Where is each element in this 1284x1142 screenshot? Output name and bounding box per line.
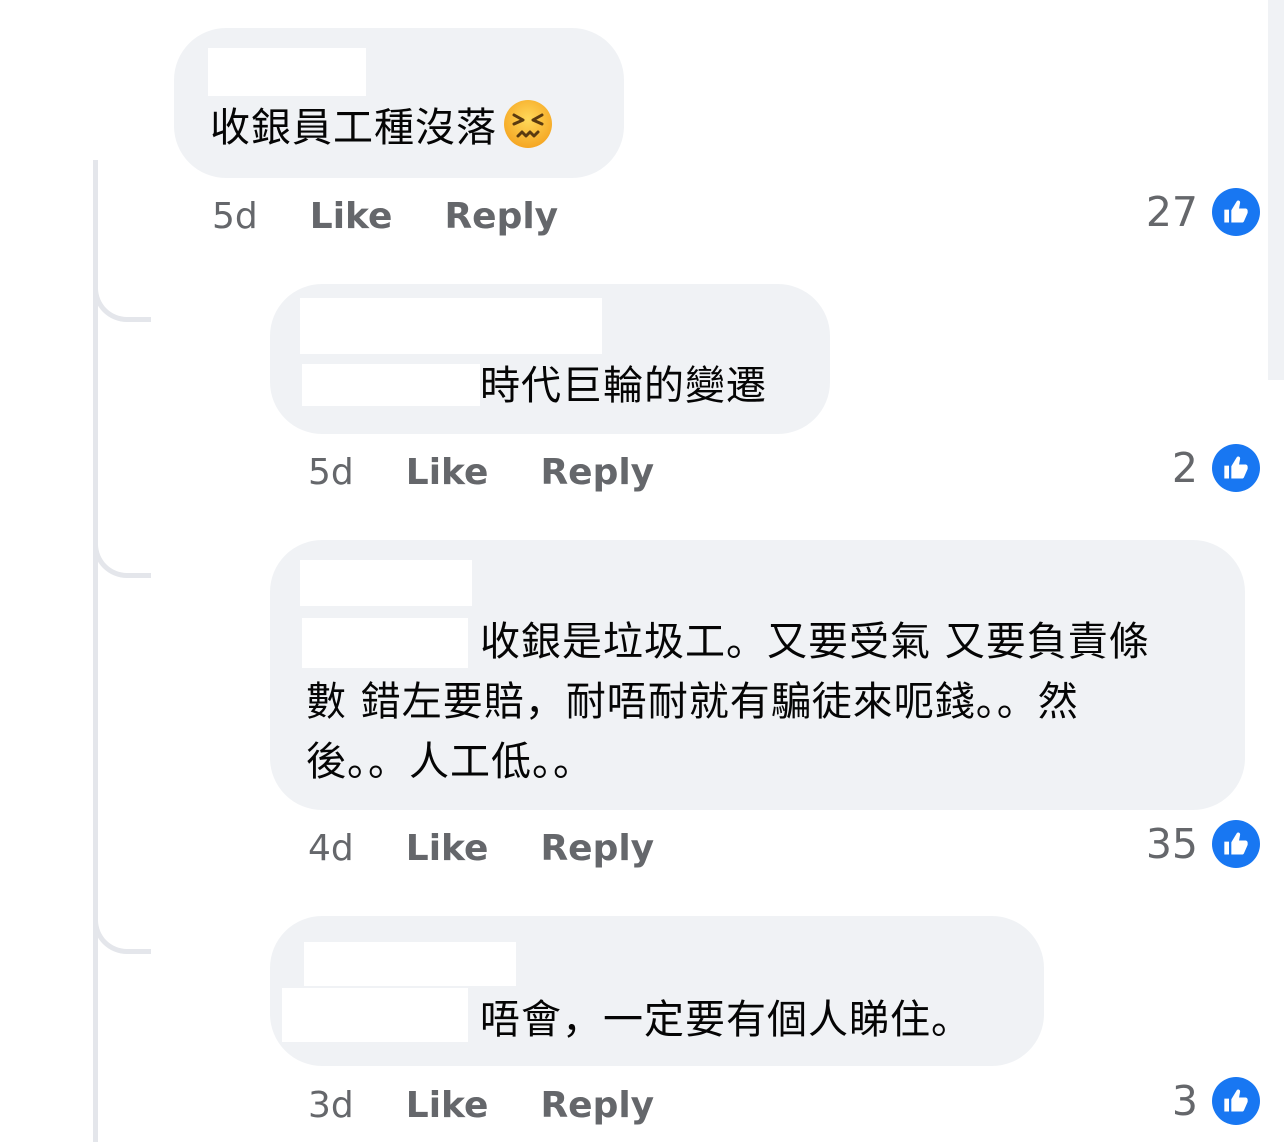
like-reaction-icon <box>1212 1077 1260 1125</box>
redacted-mention <box>302 364 480 406</box>
reply-button[interactable]: Reply <box>444 196 558 237</box>
like-button[interactable]: Like <box>406 1085 489 1126</box>
reply-button[interactable]: Reply <box>540 828 654 869</box>
reaction-summary[interactable]: 3 <box>1172 1071 1260 1131</box>
redacted-author-name <box>304 942 516 986</box>
reaction-count: 2 <box>1171 444 1198 492</box>
thread-line <box>93 160 98 1142</box>
comment-text-line: 收銀是垃圾工。又要受氣 又要負責條 <box>480 619 1150 665</box>
comment-timestamp[interactable]: 4d <box>308 828 354 869</box>
reaction-count: 3 <box>1171 1077 1198 1125</box>
comment-bubble: 時代巨輪的變遷 <box>270 284 830 434</box>
redacted-author-name <box>300 298 602 354</box>
comment-text: 時代巨輪的變遷 <box>480 363 767 409</box>
thread-connector <box>93 288 151 322</box>
comment-actions: 5d Like Reply <box>212 191 558 241</box>
confounded-face-emoji <box>504 100 552 148</box>
comment-thread: 收銀員工種沒落 5d Like Reply 27 時代巨輪的變遷 5d Like… <box>0 0 1284 1142</box>
like-button[interactable]: Like <box>310 196 393 237</box>
like-button[interactable]: Like <box>406 452 489 493</box>
reaction-count: 27 <box>1145 188 1198 236</box>
thread-connector <box>93 920 151 954</box>
like-reaction-icon <box>1212 444 1260 492</box>
comment-bubble: 收銀員工種沒落 <box>174 28 624 178</box>
like-reaction-icon <box>1212 188 1260 236</box>
comment-actions: 5d Like Reply <box>308 447 654 497</box>
comment-timestamp[interactable]: 5d <box>308 452 354 493</box>
like-button[interactable]: Like <box>406 828 489 869</box>
like-reaction-icon <box>1212 820 1260 868</box>
reply-button[interactable]: Reply <box>540 452 654 493</box>
comment-actions: 3d Like Reply <box>308 1080 654 1130</box>
comment-text-line: 數 錯左要賠，耐唔耐就有騙徒來呃錢。。然 <box>306 679 1079 725</box>
redacted-mention <box>302 618 468 668</box>
thread-connector <box>93 544 151 578</box>
comment-actions: 4d Like Reply <box>308 823 654 873</box>
redacted-author-name <box>208 48 366 96</box>
redacted-mention <box>282 988 468 1042</box>
comment-text: 收銀員工種沒落 <box>210 98 553 158</box>
scroll-edge <box>1268 0 1284 380</box>
comment-timestamp[interactable]: 5d <box>212 196 258 237</box>
reply-button[interactable]: Reply <box>540 1085 654 1126</box>
comment-bubble: 收銀是垃圾工。又要受氣 又要負責條 數 錯左要賠，耐唔耐就有騙徒來呃錢。。然 後… <box>270 540 1245 810</box>
reaction-summary[interactable]: 2 <box>1172 438 1260 498</box>
reaction-count: 35 <box>1145 820 1198 868</box>
comment-timestamp[interactable]: 3d <box>308 1085 354 1126</box>
reaction-summary[interactable]: 35 <box>1146 814 1260 874</box>
comment-text: 唔會，一定要有個人睇住。 <box>480 997 972 1043</box>
redacted-author-name <box>300 560 472 606</box>
comment-bubble: 唔會，一定要有個人睇住。 <box>270 916 1044 1066</box>
comment-text-line: 後。。人工低。。 <box>306 739 594 785</box>
reaction-summary[interactable]: 27 <box>1146 182 1260 242</box>
